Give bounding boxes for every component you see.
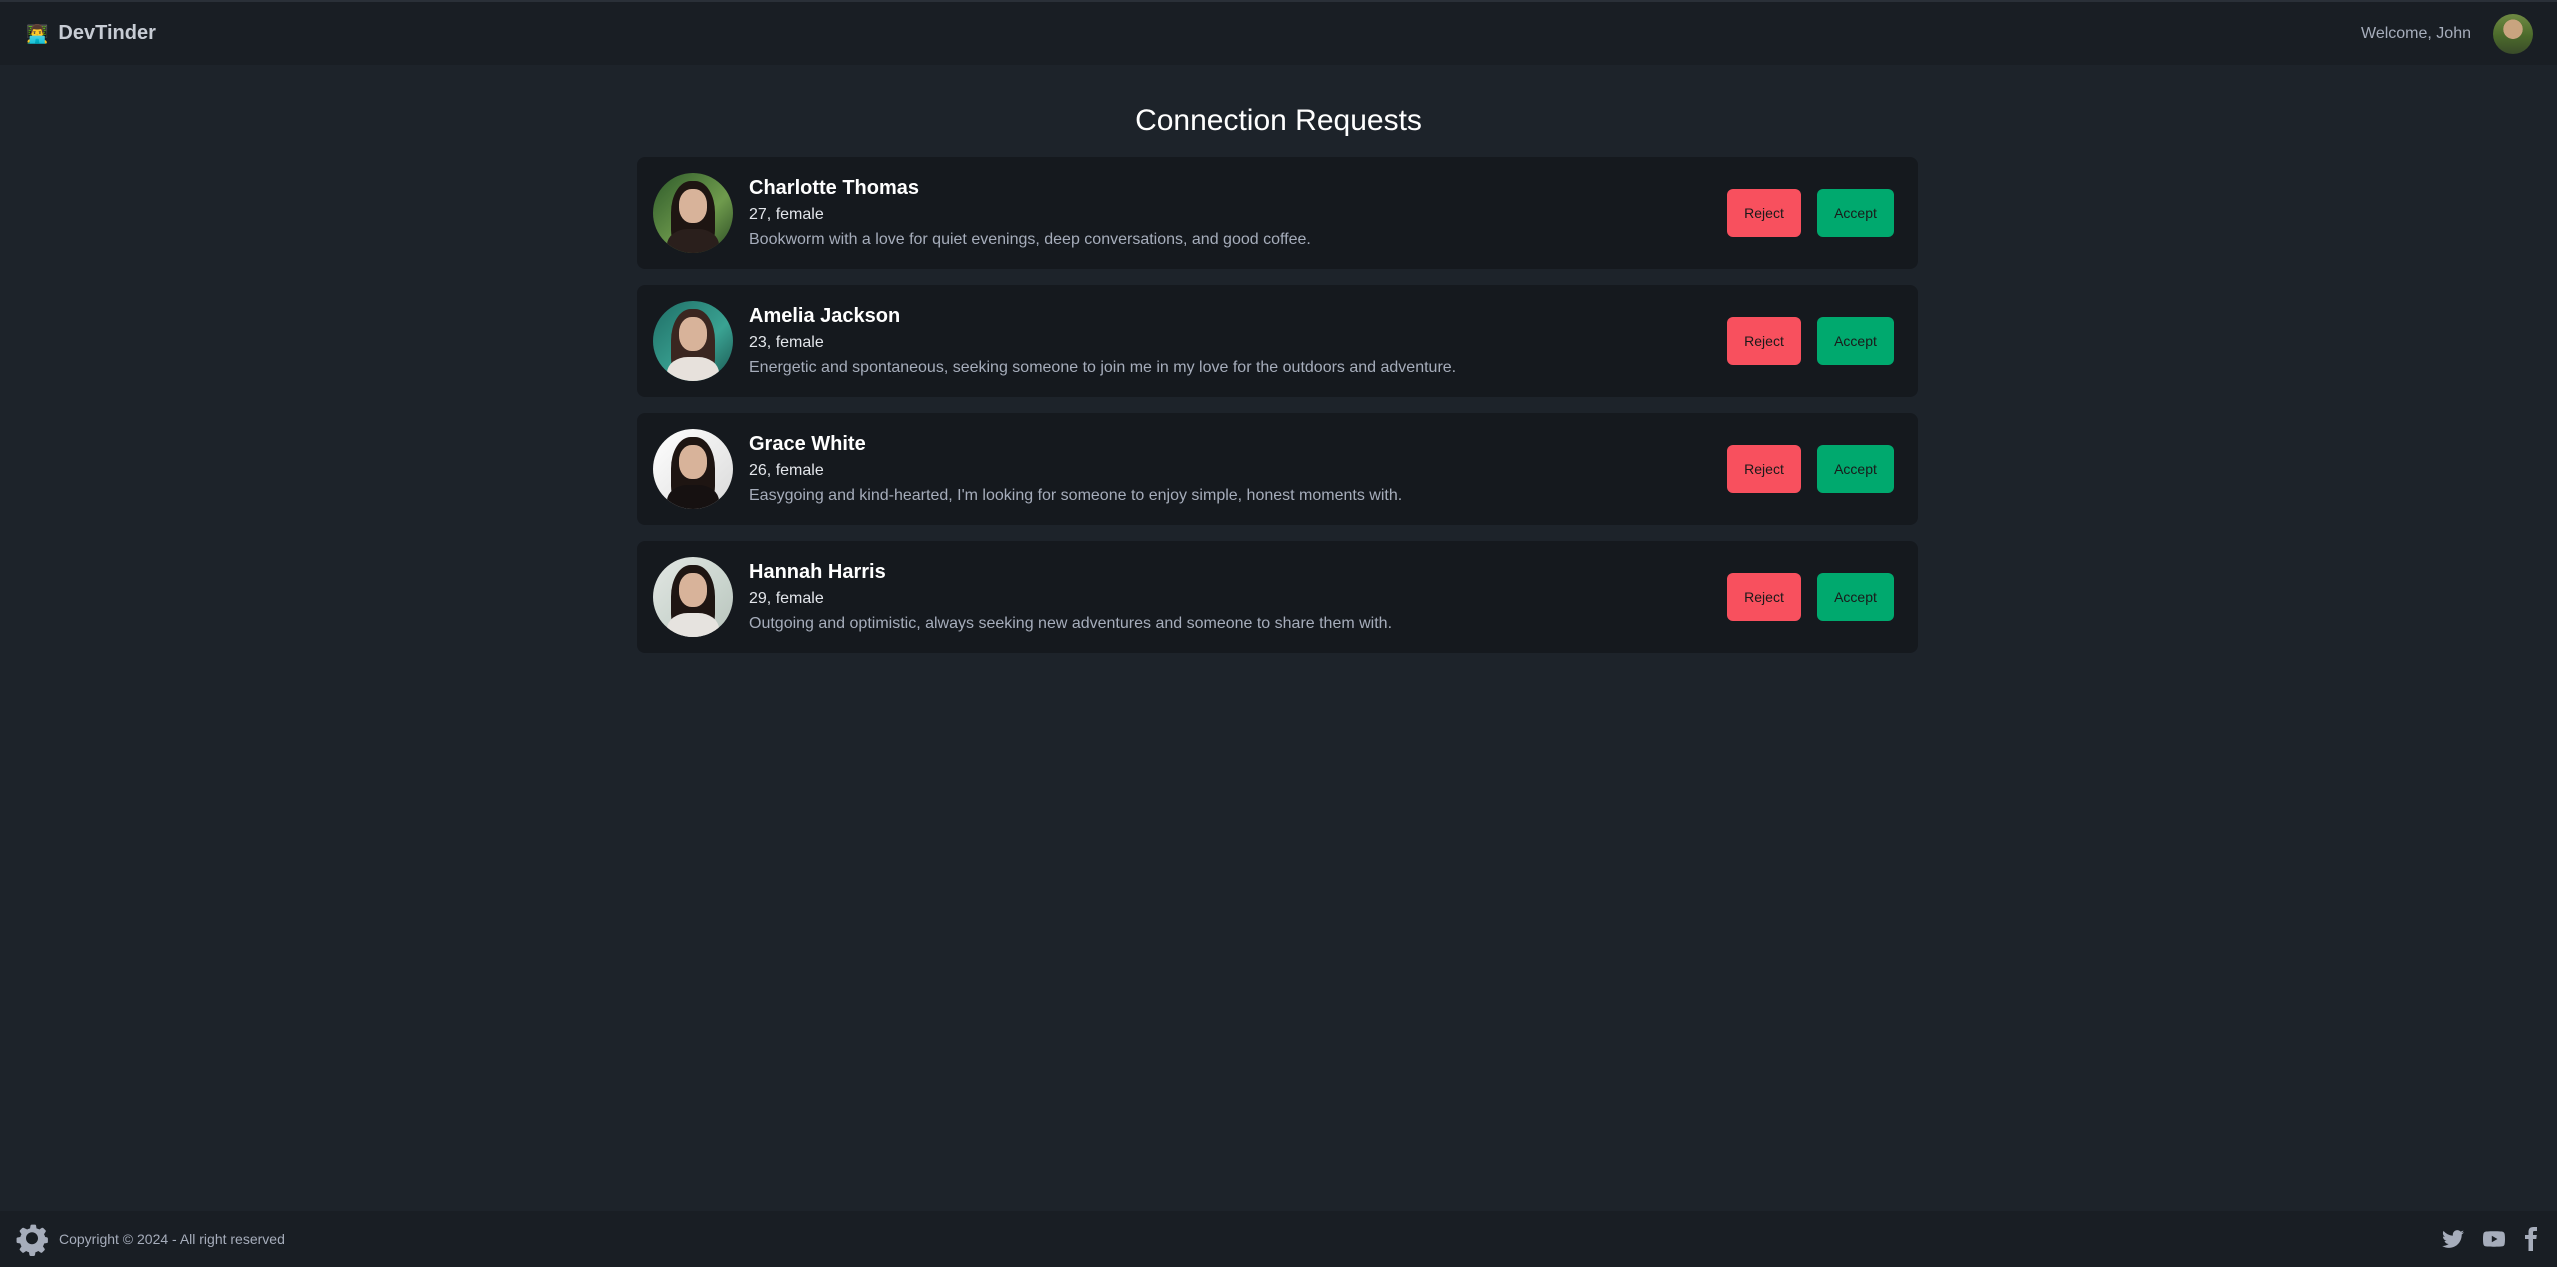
request-age-gender: 27, female: [749, 206, 824, 223]
request-avatar: [653, 429, 733, 509]
navbar: 👨‍💻 DevTinder Welcome, John: [0, 0, 2557, 65]
page-title: Connection Requests: [1135, 104, 1422, 137]
request-age-gender: 29, female: [749, 590, 824, 607]
user-avatar[interactable]: [2493, 13, 2533, 54]
gear-logo-icon: [14, 1221, 50, 1257]
request-name: Charlotte Thomas: [749, 177, 920, 199]
request-name: Grace White: [749, 433, 866, 455]
request-bio: Outgoing and optimistic, always seeking …: [749, 615, 1393, 632]
request-avatar: [653, 173, 733, 253]
reject-button[interactable]: Reject: [1727, 573, 1801, 621]
accept-button[interactable]: Accept: [1817, 189, 1894, 237]
request-age-gender: 23, female: [749, 334, 824, 351]
reject-button[interactable]: Reject: [1727, 445, 1801, 493]
request-card: Grace White 26, female Easygoing and kin…: [637, 413, 1918, 525]
brand-link[interactable]: 👨‍💻 DevTinder: [26, 22, 156, 45]
youtube-icon[interactable]: [2481, 1228, 2507, 1250]
footer: Copyright © 2024 - All right reserved: [0, 1211, 2557, 1267]
reject-button[interactable]: Reject: [1727, 317, 1801, 365]
accept-button[interactable]: Accept: [1817, 573, 1894, 621]
request-card: Amelia Jackson 23, female Energetic and …: [637, 285, 1918, 397]
request-bio: Energetic and spontaneous, seeking someo…: [749, 359, 1457, 376]
request-name: Hannah Harris: [749, 561, 886, 583]
reject-button[interactable]: Reject: [1727, 189, 1801, 237]
welcome-text: Welcome, John: [2361, 24, 2471, 42]
facebook-icon[interactable]: [2523, 1227, 2539, 1251]
copyright-text: Copyright © 2024 - All right reserved: [59, 1231, 285, 1247]
request-name: Amelia Jackson: [749, 305, 901, 327]
accept-button[interactable]: Accept: [1817, 317, 1894, 365]
request-avatar: [653, 557, 733, 637]
request-card: Charlotte Thomas 27, female Bookworm wit…: [637, 157, 1918, 269]
twitter-icon[interactable]: [2441, 1228, 2465, 1250]
request-bio: Bookworm with a love for quiet evenings,…: [749, 231, 1311, 248]
accept-button[interactable]: Accept: [1817, 445, 1894, 493]
request-avatar: [653, 301, 733, 381]
request-age-gender: 26, female: [749, 462, 824, 479]
brand-name: DevTinder: [58, 22, 156, 44]
developer-emoji-icon: 👨‍💻: [26, 23, 49, 44]
request-bio: Easygoing and kind-hearted, I'm looking …: [749, 487, 1403, 504]
request-card: Hannah Harris 29, female Outgoing and op…: [637, 541, 1918, 653]
requests-list: Charlotte Thomas 27, female Bookworm wit…: [637, 157, 1918, 669]
